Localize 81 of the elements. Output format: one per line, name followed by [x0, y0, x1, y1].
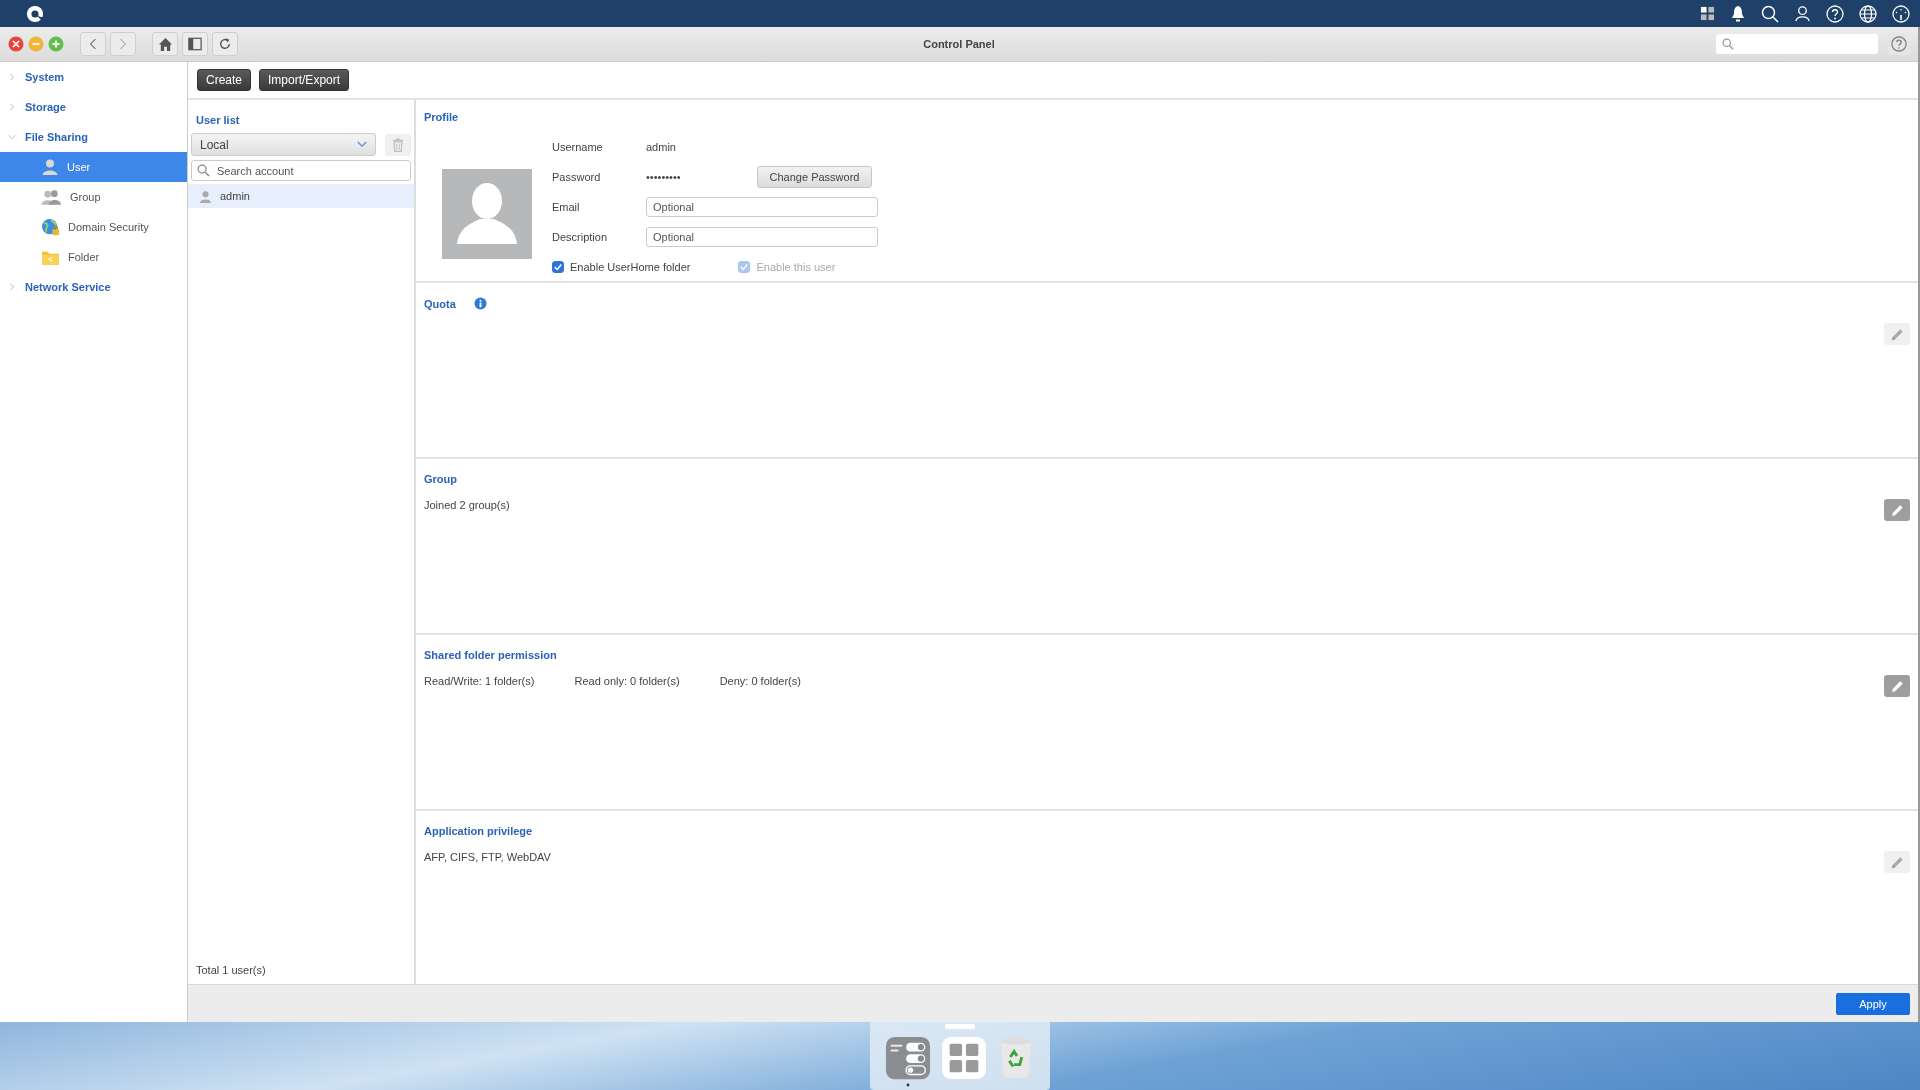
section-title: Shared folder permission — [424, 649, 557, 661]
checkbox-option[interactable]: Enable UserHome folder — [552, 261, 691, 273]
globe-icon[interactable] — [1859, 4, 1877, 23]
control-panel-app-icon[interactable] — [885, 1036, 931, 1088]
section-text: Read/Write: 1 folder(s) — [424, 675, 535, 687]
caret-icon — [357, 141, 367, 148]
back-button[interactable] — [80, 32, 106, 56]
trash-icon — [392, 137, 404, 152]
field-value: admin — [646, 141, 677, 153]
section-text: Deny: 0 folder(s) — [719, 675, 801, 687]
chevron-icon — [8, 73, 16, 81]
checkmark-icon — [739, 262, 750, 272]
search-icon[interactable] — [1761, 4, 1779, 23]
section-text: Read only: 0 folder(s) — [574, 675, 680, 687]
section-title: Quota — [424, 297, 456, 310]
edit-button[interactable] — [1884, 675, 1910, 697]
account-type-dropdown[interactable]: Local — [191, 133, 376, 156]
user-icon — [199, 189, 212, 203]
sidebar-subitem[interactable]: User — [0, 152, 187, 182]
chevron-icon — [8, 283, 16, 291]
checkmark-icon — [553, 262, 563, 272]
search-icon — [1722, 38, 1734, 50]
sidebar-item[interactable]: Storage — [0, 92, 187, 122]
help-icon[interactable] — [1826, 4, 1844, 23]
chevron-right-icon — [119, 38, 127, 50]
field-label: Username — [552, 141, 604, 153]
section-title: Group — [424, 473, 457, 485]
person-icon[interactable] — [1794, 5, 1811, 22]
section-title: Application privilege — [424, 825, 533, 837]
sidebar-subitem[interactable]: Domain Security — [0, 212, 187, 242]
user-row[interactable]: admin — [188, 184, 414, 208]
field-label: Password — [552, 171, 602, 183]
chevron-icon — [8, 133, 16, 141]
section-title: Profile — [424, 111, 459, 123]
home-button[interactable] — [152, 32, 178, 56]
sidebar-panel-icon — [188, 37, 202, 51]
checkbox[interactable] — [552, 261, 564, 273]
dock-handle[interactable] — [945, 1024, 975, 1029]
logo-icon[interactable] — [26, 4, 44, 23]
refresh-button[interactable] — [212, 32, 238, 56]
user-count: Total 1 user(s) — [195, 964, 267, 978]
account-search-field[interactable]: Search account — [191, 160, 411, 181]
edit-button[interactable] — [1884, 499, 1910, 521]
globe-lock-icon — [41, 217, 60, 237]
section-text: Joined 2 group(s) — [424, 499, 510, 511]
sidebar-item[interactable]: Network Service — [0, 272, 187, 302]
text-input[interactable]: Optional — [646, 227, 878, 247]
bell-icon[interactable] — [1730, 4, 1746, 23]
edit-button[interactable] — [1884, 851, 1910, 873]
info-icon[interactable] — [473, 297, 487, 310]
search-field[interactable] — [1716, 34, 1878, 54]
panel-toggle-button[interactable] — [182, 32, 208, 56]
user-icon — [41, 158, 59, 176]
users-icon — [41, 188, 62, 206]
field-label: Email — [552, 201, 581, 213]
sidebar-subitem[interactable]: Group — [0, 182, 187, 212]
chevron-icon — [8, 103, 16, 111]
window-title: Control Panel — [923, 38, 995, 50]
field-label: Description — [552, 231, 609, 243]
app-grid-icon[interactable] — [941, 1036, 987, 1080]
toolbar-button[interactable]: Import/Export — [259, 69, 350, 91]
sidebar-item[interactable]: File Sharing — [0, 122, 187, 152]
user-list-title: User list — [195, 113, 241, 128]
apply-button[interactable]: Apply — [1836, 992, 1910, 1015]
edit-button[interactable] — [1884, 323, 1910, 345]
text-input[interactable]: Optional — [646, 197, 878, 217]
sidebar-item[interactable]: System — [0, 62, 187, 92]
maximize-icon[interactable] — [48, 36, 64, 52]
chevron-left-icon — [89, 38, 97, 50]
toolbar-button[interactable]: Create — [197, 69, 252, 91]
field-value: ••••••••• — [646, 171, 682, 183]
close-icon[interactable] — [8, 36, 24, 52]
refresh-icon — [218, 37, 232, 51]
help-icon — [1891, 36, 1907, 52]
section-text: AFP, CIFS, FTP, WebDAV — [424, 851, 551, 863]
change-password-button[interactable]: Change Password — [757, 166, 872, 188]
sidebar-subitem[interactable]: Folder — [0, 242, 187, 272]
home-icon — [157, 36, 173, 52]
help-button[interactable] — [1888, 33, 1910, 55]
delete-button[interactable] — [385, 133, 411, 156]
apps-grid-icon[interactable] — [1700, 6, 1715, 21]
